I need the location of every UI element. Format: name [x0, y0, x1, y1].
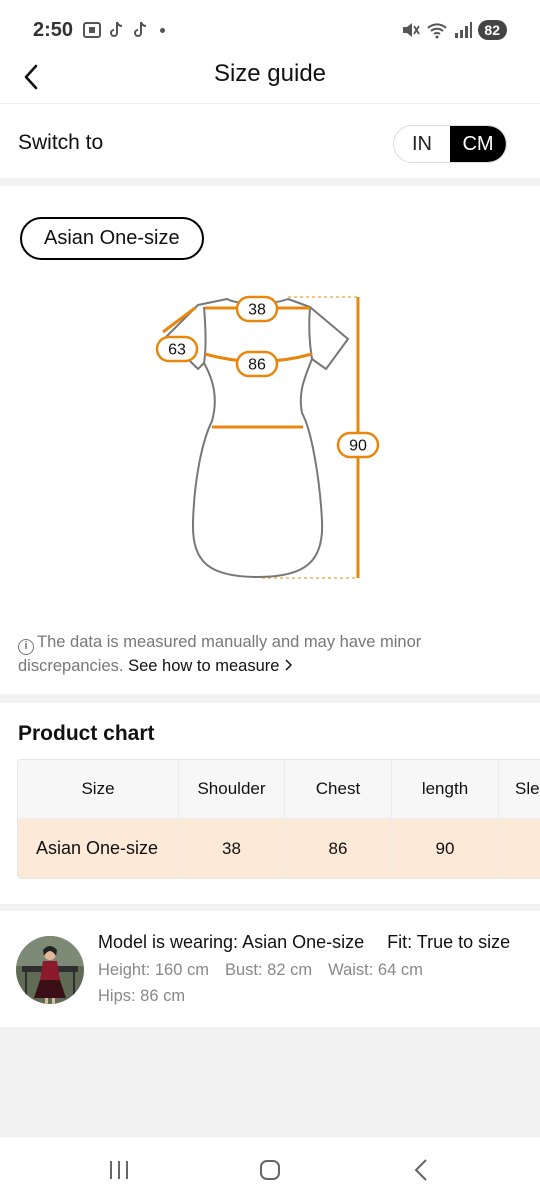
- dress-diagram: 38 63 86 90: [155, 295, 380, 579]
- notification-icons: [82, 20, 165, 40]
- model-measurements-row: Height: 160 cm Bust: 82 cm Waist: 64 cm: [98, 961, 423, 980]
- screenshot-icon: [83, 22, 101, 38]
- product-chart-title: Product chart: [18, 722, 155, 745]
- system-back-button[interactable]: [401, 1155, 441, 1185]
- table-header-row: Size Shoulder Chest length Sle: [18, 760, 540, 819]
- unit-toggle: IN CM: [393, 125, 507, 163]
- model-fit: Fit: True to size: [387, 932, 511, 952]
- size-table[interactable]: Size Shoulder Chest length Sle Asian One…: [17, 759, 540, 879]
- model-waist: Waist: 64 cm: [328, 961, 423, 979]
- model-wearing: Model is wearing: Asian One-size: [98, 932, 365, 952]
- length-label: 90: [336, 431, 380, 459]
- recent-apps-button[interactable]: [99, 1155, 139, 1185]
- model-photo: [16, 936, 84, 1004]
- product-chart-card: Product chart Size Shoulder Chest length…: [0, 703, 540, 904]
- model-info-card: Model is wearing: Asian One-size Fit: Tr…: [0, 911, 540, 1027]
- table-header-cell: Shoulder: [179, 760, 285, 818]
- more-notifications-dot: [160, 27, 165, 33]
- table-row: Asian One-size 38 86 90: [18, 819, 540, 878]
- svg-text:90: 90: [349, 438, 367, 455]
- shoulder-label: 38: [235, 295, 279, 323]
- table-header-cell: Sle: [515, 779, 540, 798]
- table-cell: 86: [285, 819, 392, 878]
- chest-label: 86: [235, 350, 279, 378]
- system-navigation-bar: [0, 1137, 540, 1200]
- wifi-icon: [427, 23, 448, 39]
- unit-switch-row: Switch to IN CM: [0, 104, 540, 178]
- unit-option-cm[interactable]: CM: [450, 126, 506, 162]
- see-how-to-measure-link[interactable]: See how to measure: [128, 657, 293, 675]
- status-time: 2:50: [33, 19, 74, 41]
- svg-text:86: 86: [248, 357, 266, 374]
- size-diagram-card: Asian One-size 38 63 86 90 i The data is…: [0, 186, 540, 694]
- model-hips: Hips: 86 cm: [98, 987, 186, 1005]
- model-bust: Bust: 82 cm: [224, 961, 313, 979]
- tiktok-icon: [134, 21, 147, 37]
- table-header-cell: length: [392, 760, 499, 818]
- measurement-note: i The data is measured manually and may h…: [18, 631, 518, 678]
- system-icons: 82: [400, 20, 507, 40]
- model-avatar[interactable]: [16, 936, 84, 1004]
- status-bar: 2:50 82: [0, 0, 540, 58]
- svg-text:63: 63: [168, 342, 186, 359]
- model-wearing-row: Model is wearing: Asian One-size Fit: Tr…: [98, 932, 510, 953]
- table-cell: [499, 819, 540, 878]
- mute-icon: [403, 23, 421, 37]
- sleeve-label: 63: [155, 335, 199, 363]
- table-header-cell: Size: [18, 760, 179, 818]
- link-label: See how to measure: [128, 657, 280, 675]
- home-icon: [260, 1160, 280, 1180]
- unit-option-in[interactable]: IN: [394, 126, 450, 162]
- table-cell: Asian One-size: [18, 819, 179, 878]
- info-icon: i: [18, 639, 34, 655]
- table-cell: 38: [179, 819, 285, 878]
- model-height: Height: 160 cm: [98, 961, 209, 979]
- battery-indicator: 82: [478, 20, 507, 40]
- svg-text:38: 38: [248, 302, 266, 319]
- switch-label: Switch to: [18, 131, 104, 154]
- size-chip[interactable]: Asian One-size: [20, 217, 204, 260]
- header: Size guide: [0, 58, 540, 104]
- page-title: Size guide: [213, 60, 327, 87]
- table-header-cell: Chest: [285, 760, 392, 818]
- signal-icon: [455, 22, 473, 38]
- chevron-right-icon: [285, 659, 293, 671]
- table-cell: 90: [392, 819, 499, 878]
- tiktok-icon: [110, 21, 123, 37]
- system-back-icon: [414, 1159, 427, 1181]
- home-button[interactable]: [250, 1155, 290, 1185]
- recent-apps-icon: [110, 1161, 128, 1179]
